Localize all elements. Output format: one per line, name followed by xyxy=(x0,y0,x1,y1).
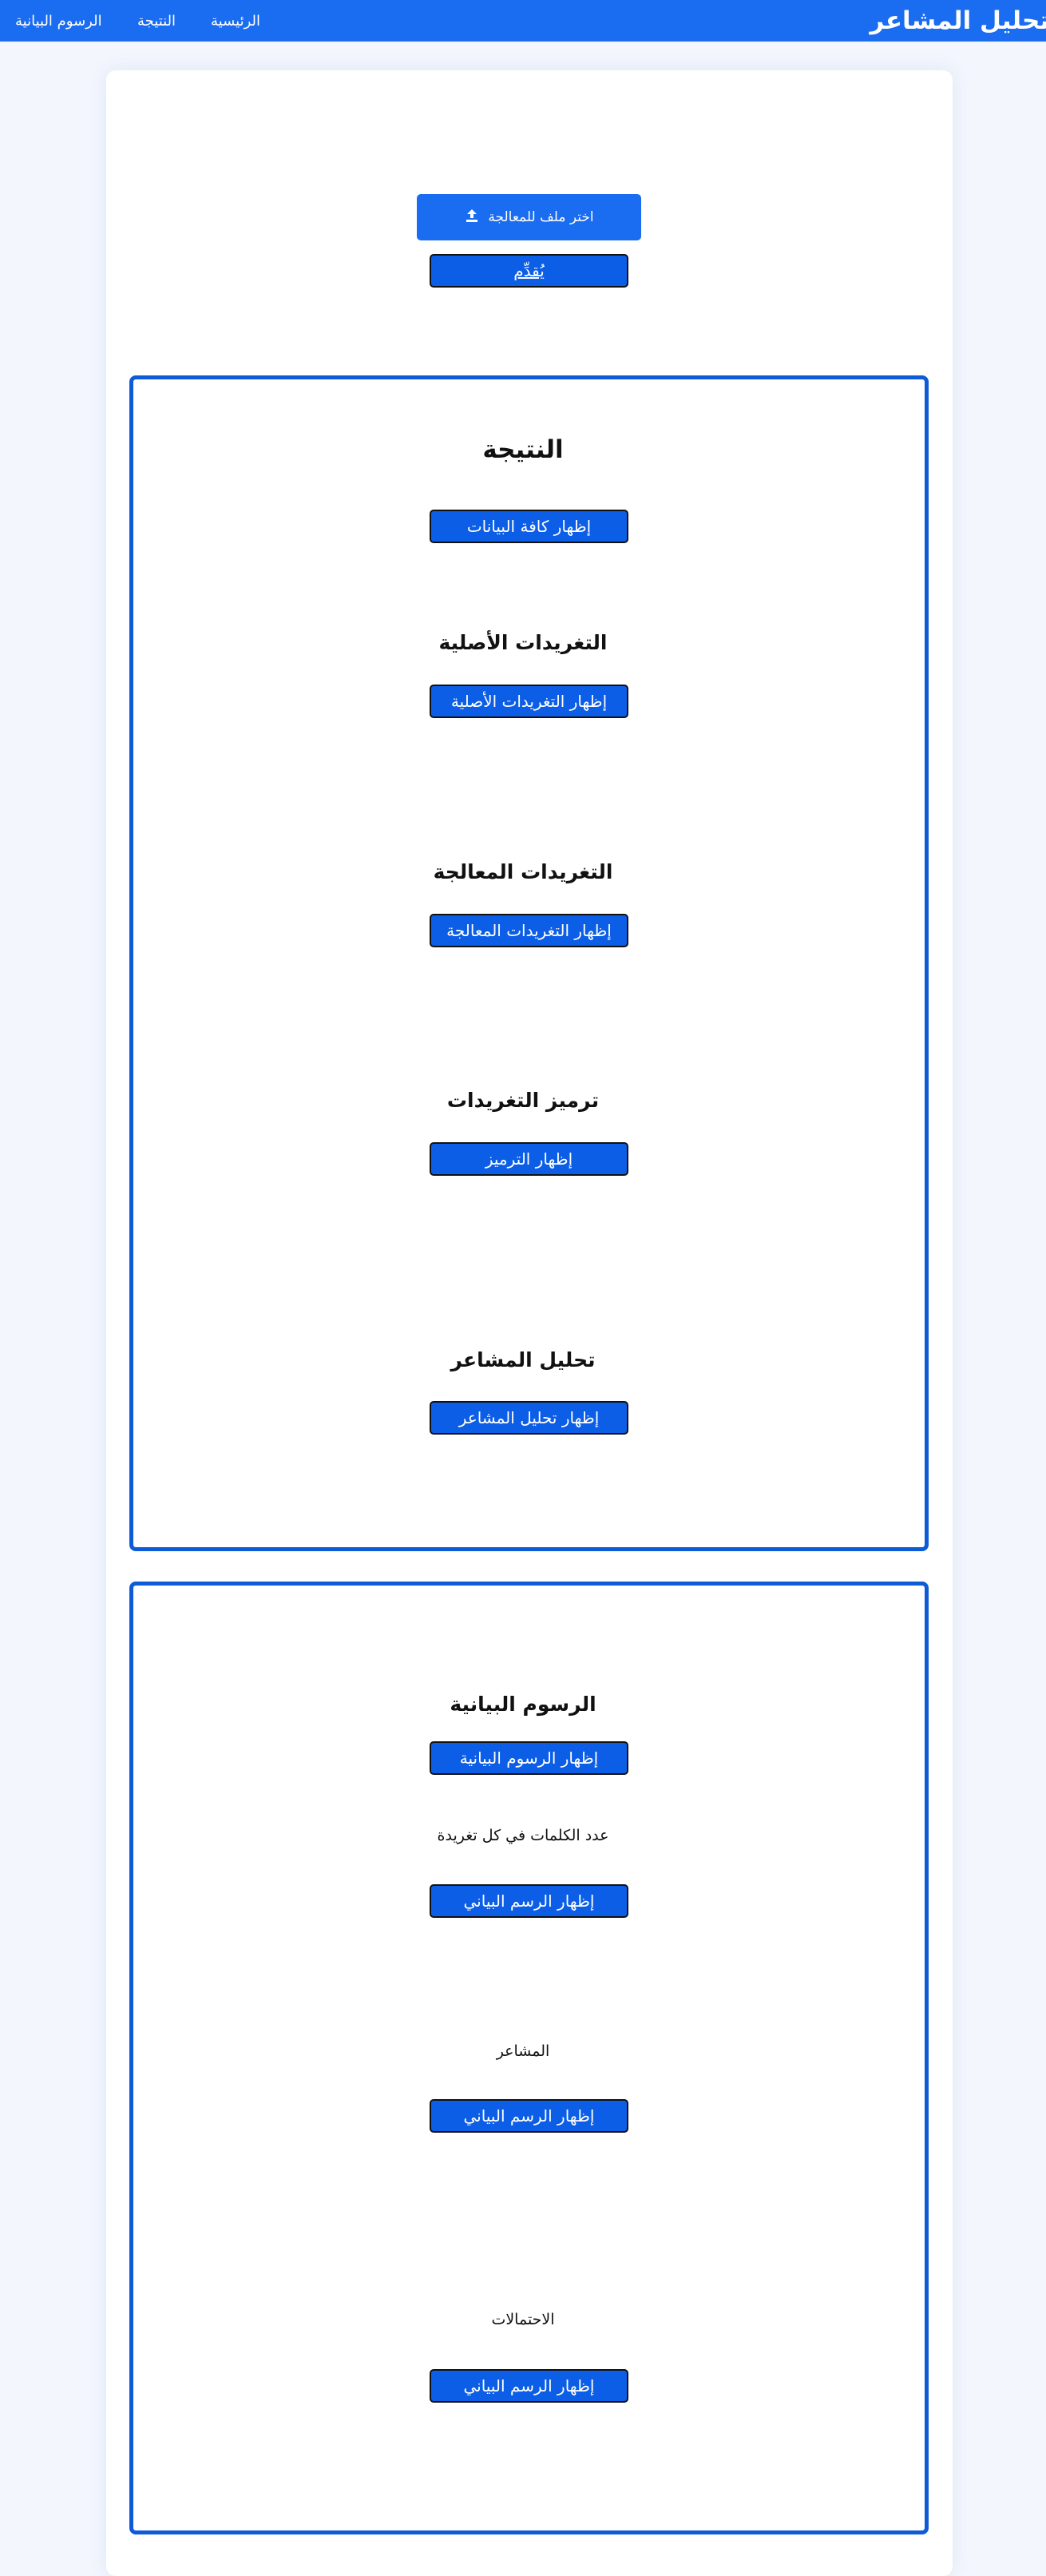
tweet-encoding-heading: ترميز التغريدات xyxy=(446,1089,600,1112)
results-section xyxy=(129,375,929,1551)
show-encoding-button[interactable]: إظهار الترميز xyxy=(430,1142,628,1176)
sentiments-heading: المشاعر xyxy=(496,2042,550,2060)
upload-icon xyxy=(464,208,480,228)
nav-link-home[interactable]: الرئيسية xyxy=(211,13,260,30)
show-original-tweets-button[interactable]: إظهار التغريدات الأصلية xyxy=(430,685,628,718)
nav-link-charts[interactable]: الرسوم البيانية xyxy=(15,13,102,30)
brand-title[interactable]: تحليل المشاعر xyxy=(870,5,1046,37)
file-upload-label: اختر ملف للمعالجة xyxy=(488,209,594,225)
results-title: النتيجة xyxy=(482,435,564,464)
sentiment-analysis-heading: تحليل المشاعر xyxy=(450,1348,596,1371)
nav-link-result[interactable]: النتيجة xyxy=(137,13,176,30)
probabilities-heading: الاحتمالات xyxy=(491,2311,555,2328)
file-upload-button[interactable]: اختر ملف للمعالجة xyxy=(417,194,641,240)
show-charts-button[interactable]: إظهار الرسوم البيانية xyxy=(430,1741,628,1775)
words-per-tweet-heading: عدد الكلمات في كل تغريدة xyxy=(437,1827,609,1844)
processed-tweets-heading: التغريدات المعالجة xyxy=(433,860,613,883)
show-all-data-button[interactable]: إظهار كافة البيانات xyxy=(430,510,628,543)
show-sentiment-analysis-button[interactable]: إظهار تحليل المشاعر xyxy=(430,1401,628,1435)
show-processed-tweets-button[interactable]: إظهار التغريدات المعالجة xyxy=(430,914,628,947)
show-sentiments-chart-button[interactable]: إظهار الرسم البياني xyxy=(430,2099,628,2133)
show-words-chart-button[interactable]: إظهار الرسم البياني xyxy=(430,1884,628,1918)
original-tweets-heading: التغريدات الأصلية xyxy=(438,631,608,654)
show-probabilities-chart-button[interactable]: إظهار الرسم البياني xyxy=(430,2369,628,2403)
navbar: تحليل المشاعر الرئيسية النتيجة الرسوم ال… xyxy=(0,0,1046,42)
charts-title: الرسوم البيانية xyxy=(450,1693,596,1716)
submit-button[interactable]: يُقدِّم xyxy=(430,254,628,288)
